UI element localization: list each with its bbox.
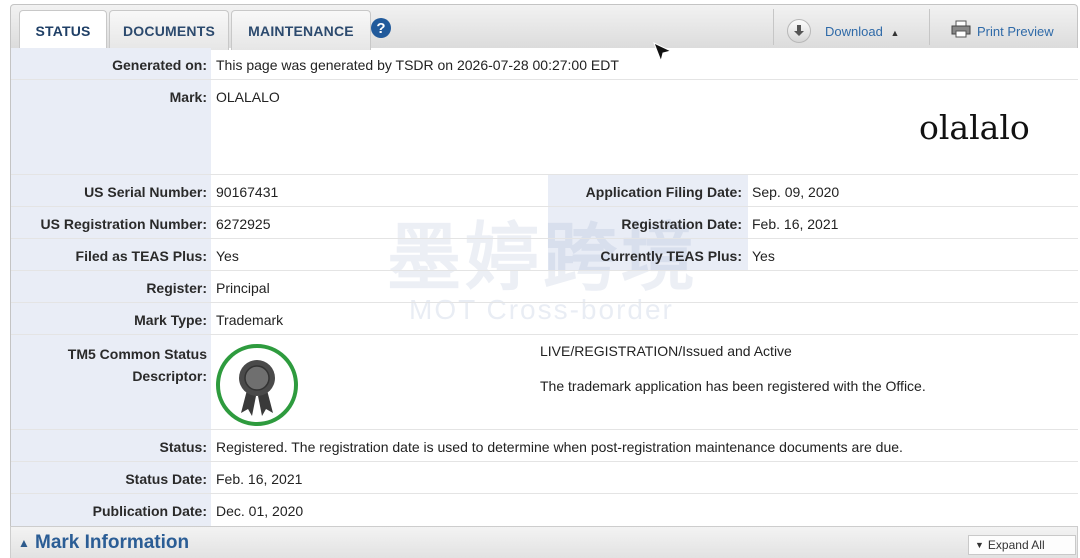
field-label: US Registration Number: — [40, 216, 207, 232]
row-status: Status: Registered. The registration dat… — [11, 430, 1078, 462]
field-label: Status Date: — [125, 471, 207, 487]
field-value: Feb. 16, 2021 — [216, 471, 303, 487]
download-button[interactable]: Download ▲ — [825, 24, 899, 39]
download-icon[interactable] — [787, 19, 811, 43]
field-value: Registered. The registration date is use… — [216, 439, 903, 455]
field-value: 6272925 — [216, 216, 271, 232]
download-label: Download — [825, 24, 883, 39]
field-label: Generated on: — [112, 57, 207, 73]
field-value: Trademark — [216, 312, 284, 328]
row-tm5-status: TM5 Common Status Descriptor: LIVE/REGIS… — [11, 335, 1078, 430]
expand-all-label: Expand All — [987, 538, 1045, 552]
row-registration-number: US Registration Number: 6272925 Registra… — [11, 207, 1078, 239]
expand-all-button[interactable]: ▼ Expand All — [968, 535, 1076, 555]
caret-up-icon: ▲ — [890, 28, 900, 38]
question-circle-icon[interactable]: ? — [371, 18, 391, 38]
toolbar-divider — [929, 9, 930, 45]
field-label: Mark: — [169, 89, 207, 105]
row-serial: US Serial Number: 90167431 Application F… — [11, 175, 1078, 207]
field-value: 90167431 — [216, 184, 279, 200]
field-value: Sep. 09, 2020 — [752, 184, 840, 200]
collapse-arrow-icon[interactable]: ▲ — [18, 536, 30, 550]
field-label: Status: — [159, 439, 207, 455]
printer-icon[interactable] — [951, 20, 971, 38]
field-value: This page was generated by TSDR on 2026-… — [216, 57, 619, 73]
field-label: Application Filing Date: — [585, 184, 742, 200]
row-mark-type: Mark Type: Trademark — [11, 303, 1078, 335]
tm5-status-description: The trademark application has been regis… — [540, 378, 926, 394]
field-value: Yes — [752, 248, 775, 264]
registered-badge-icon — [216, 344, 298, 426]
field-value: OLALALO — [216, 89, 280, 105]
tab-documents[interactable]: DOCUMENTS — [109, 10, 229, 50]
field-value: Feb. 16, 2021 — [752, 216, 839, 232]
field-label: Register: — [146, 280, 207, 296]
caret-down-icon: ▼ — [975, 540, 984, 550]
row-publication-date: Publication Date: Dec. 01, 2020 — [11, 494, 1078, 526]
toolbar-divider — [773, 9, 774, 45]
field-value: Yes — [216, 248, 239, 264]
tm5-status-title: LIVE/REGISTRATION/Issued and Active — [540, 343, 792, 359]
row-status-date: Status Date: Feb. 16, 2021 — [11, 462, 1078, 494]
section-title[interactable]: Mark Information — [35, 532, 189, 554]
field-value: Dec. 01, 2020 — [216, 503, 304, 519]
field-label: TM5 Common Status Descriptor: — [17, 343, 207, 387]
mark-information-section-header[interactable]: ▲ Mark Information ▼ Expand All — [10, 526, 1078, 558]
status-panel: 墨婷跨境 MOT Cross-border Generated on: This… — [10, 48, 1078, 526]
row-teas-plus: Filed as TEAS Plus: Yes Currently TEAS P… — [11, 239, 1078, 271]
row-generated-on: Generated on: This page was generated by… — [11, 48, 1078, 80]
print-preview-button[interactable]: Print Preview — [977, 24, 1054, 39]
field-value: Principal — [216, 280, 270, 296]
row-mark: Mark: OLALALO olalalo — [11, 80, 1078, 175]
field-label: Filed as TEAS Plus: — [75, 248, 207, 264]
tab-bar: STATUS DOCUMENTS MAINTENANCE ? Download … — [10, 4, 1078, 51]
mark-image: olalalo — [919, 108, 1030, 147]
tab-maintenance[interactable]: MAINTENANCE — [231, 10, 371, 50]
mouse-cursor-icon — [653, 42, 673, 63]
field-label: Currently TEAS Plus: — [600, 248, 742, 264]
field-label: US Serial Number: — [84, 184, 207, 200]
field-label: Publication Date: — [92, 503, 207, 519]
field-label: Mark Type: — [134, 312, 207, 328]
field-label: Registration Date: — [621, 216, 742, 232]
field-label-line: Descriptor: — [132, 368, 207, 384]
row-register: Register: Principal — [11, 271, 1078, 303]
field-label-line: TM5 Common Status — [67, 346, 207, 362]
tab-status[interactable]: STATUS — [19, 10, 107, 51]
